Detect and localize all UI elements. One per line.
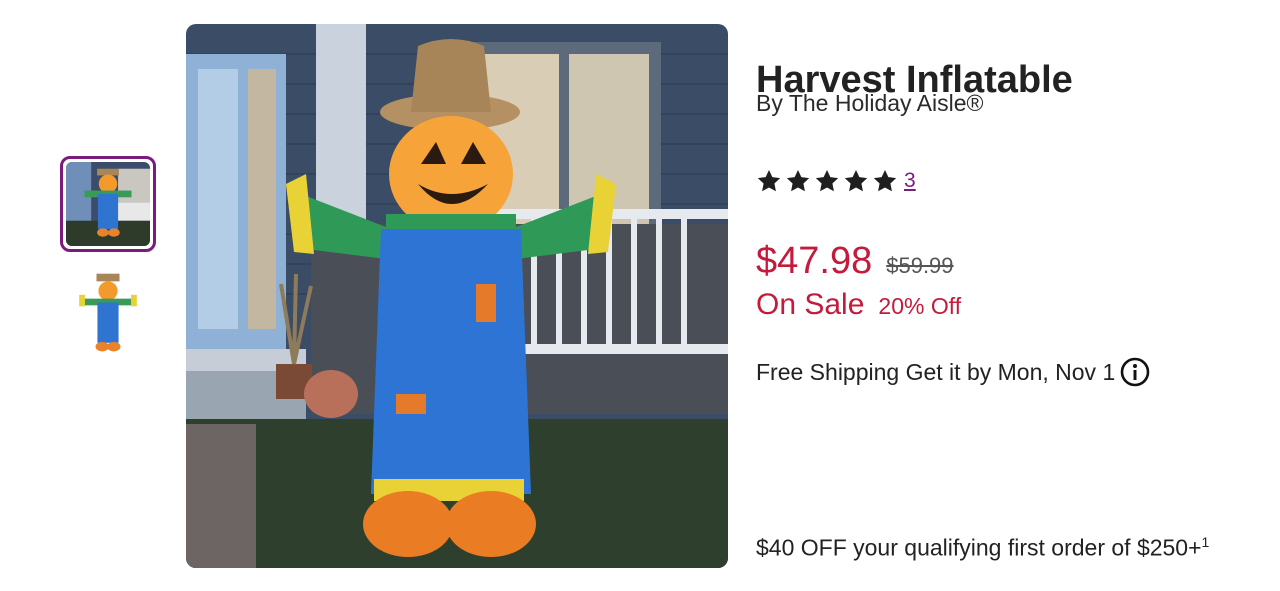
thumbnail-product-only[interactable]: [60, 266, 156, 362]
scarecrow-white-thumbnail: [60, 266, 156, 362]
rating-row[interactable]: 3: [756, 168, 916, 194]
main-product-image[interactable]: [186, 24, 728, 568]
shipping-text: Free Shipping Get it by Mon, Nov 1: [756, 358, 1116, 385]
thumbnail-porch-scene[interactable]: [60, 156, 156, 252]
info-icon[interactable]: [1119, 356, 1151, 388]
star-icon: [757, 169, 781, 192]
promo-banner: $40 OFF your qualifying first order of $…: [756, 534, 1209, 562]
scarecrow-inflatable-photo: [186, 24, 728, 568]
sale-price: $47.98: [756, 240, 873, 282]
review-count-link[interactable]: 3: [904, 169, 916, 193]
promo-text: $40 OFF your qualifying first order of $…: [756, 534, 1202, 561]
on-sale-label: On Sale: [756, 288, 865, 321]
sale-info-row: On Sale 20% Off: [756, 288, 961, 322]
discount-label: 20% Off: [878, 293, 962, 319]
star-icon: [844, 169, 868, 192]
brand-link[interactable]: By The Holiday Aisle®: [756, 90, 983, 117]
scarecrow-porch-thumbnail: [66, 162, 150, 246]
star-icon: [815, 169, 839, 192]
price-row: $47.98 $59.99: [756, 240, 954, 283]
rating-stars: [756, 168, 898, 194]
star-icon: [873, 169, 897, 192]
shipping-info: Free Shipping Get it by Mon, Nov 1: [756, 356, 1151, 388]
original-price: $59.99: [886, 253, 954, 278]
star-icon: [786, 169, 810, 192]
promo-footnote: 1: [1201, 534, 1210, 550]
thumbnail-list: [60, 156, 160, 376]
